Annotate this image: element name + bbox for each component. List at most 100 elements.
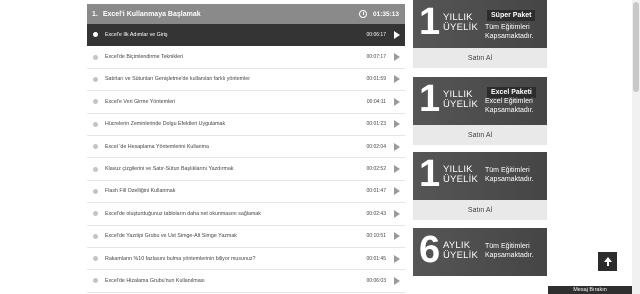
lesson-duration: 00:01:23 [366, 121, 386, 128]
lesson-title: Klavuz çizgilerini ve Satır-Sütun Başlık… [105, 166, 234, 173]
lesson-duration: 00:02:52 [366, 166, 386, 173]
package-description: Excel Eğitimleri Kapsamaktadır. [485, 98, 547, 115]
back-to-top-button[interactable] [598, 252, 617, 271]
desc-line-2: Kapsamaktadır. [485, 251, 534, 259]
play-icon[interactable] [394, 165, 400, 174]
desc-line-1: Tüm Eğitimleri [485, 24, 530, 31]
lesson-duration: 00:06:17 [366, 31, 386, 38]
package-period: YILLIK ÜYELİK [443, 165, 478, 184]
lesson-title: Excel'de Biçimlendirme Teknikleri [105, 54, 184, 61]
lesson-duration: 00:06:03 [366, 277, 386, 284]
bullet-icon [93, 188, 98, 194]
play-icon[interactable] [394, 75, 400, 84]
section-duration: 01:35:13 [372, 10, 399, 18]
package-description: Tüm Eğitimleri Kapsamaktadır. [485, 167, 547, 184]
lesson-title: Excel'de Yazıtipi Grubu ve Üst Simge-Alt… [105, 233, 237, 240]
lesson-title: Satırları ve Sütunları Genişletme'de kul… [105, 76, 250, 83]
package-banner[interactable]: 1 YILLIK ÜYELİK Excel Paketi Excel Eğiti… [413, 77, 547, 125]
lesson-list: Excel'e İlk Adımlar ve Giriş 00:06:17 Exce… [87, 24, 405, 293]
bullet-icon [93, 211, 98, 217]
desc-line-1: Tüm Eğitimleri [485, 167, 530, 174]
scrollbar-thumb[interactable] [633, 2, 639, 92]
lesson-row[interactable]: Satırları ve Sütunları Genişletme'de kul… [87, 69, 405, 92]
clock-icon [358, 10, 367, 18]
section-title: Excel'i Kullanmaya Başlamak [102, 10, 201, 18]
play-icon[interactable] [394, 232, 400, 241]
lesson-row[interactable]: Excel'de Yazıtipi Grubu ve Üst Simge-Alt… [87, 226, 405, 248]
leave-message-tab[interactable]: Mesaj Bırakın [548, 286, 632, 294]
bullet-icon [93, 278, 98, 284]
section-header[interactable]: 1. Excel'i Kullanmaya Başlamak 01:35:13 [87, 4, 405, 24]
lesson-title: Excel 'de Hesaplama Yöntemlerini Kullanm… [105, 143, 209, 150]
page-scrollbar[interactable] [632, 0, 640, 294]
lesson-title: Excel'de Hizalama Grubu'nun Kullanılması [105, 277, 205, 284]
lesson-title: Excel'e Veri Girme Yöntemleri [105, 98, 176, 105]
buy-button[interactable]: Satın Al [413, 200, 547, 220]
lesson-title: Excel'e İlk Adımlar ve Giriş [105, 31, 168, 38]
bullet-icon [93, 233, 98, 239]
package-banner[interactable]: 1 YILLIK ÜYELİK Süper Paket Tüm Eğitimle… [413, 0, 547, 48]
section-number: 1. [92, 10, 98, 18]
bullet-icon [93, 54, 98, 60]
play-icon[interactable] [394, 53, 400, 62]
lesson-row[interactable]: Excel'e İlk Adımlar ve Giriş 00:06:17 [87, 24, 405, 47]
desc-line-1: Excel Eğitimleri [485, 98, 533, 105]
play-icon[interactable] [394, 276, 400, 285]
package-period: YILLIK ÜYELİK [443, 90, 478, 109]
package-name: Excel Paketi [487, 87, 536, 98]
course-content-panel: 1. Excel'i Kullanmaya Başlamak 01:35:13 … [87, 4, 405, 293]
period-line-2: ÜYELİK [443, 21, 478, 33]
lesson-duration: 00:02:04 [366, 143, 386, 150]
period-line-2: ÜYELİK [443, 98, 478, 110]
package-banner[interactable]: 6 AYLIK ÜYELİK Tüm Eğitimleri Kapsamakta… [413, 228, 547, 276]
lesson-row[interactable]: Klavuz çizgilerini ve Satır-Sütun Başlık… [87, 158, 405, 181]
package-number: 1 [419, 78, 441, 120]
lesson-row[interactable]: Flash Fill Özelliğini Kullanmak 00:01:47 [87, 181, 405, 204]
lesson-row[interactable]: Excel 'de Hesaplama Yöntemlerini Kullanm… [87, 136, 405, 159]
package-period: AYLIK ÜYELİK [443, 241, 478, 260]
package-period: YILLIK ÜYELİK [443, 13, 478, 32]
package-description: Tüm Eğitimleri Kapsamaktadır. [485, 24, 547, 41]
buy-button[interactable]: Satın Al [413, 48, 547, 68]
play-icon[interactable] [394, 187, 400, 196]
package-card: 1 YILLIK ÜYELİK Excel Paketi Excel Eğiti… [413, 77, 547, 145]
package-description: Tüm Eğitimleri Kapsamaktadır. [485, 243, 547, 260]
desc-line-2: Kapsamaktadır. [485, 175, 534, 183]
lesson-row[interactable]: Excel'de Biçimlendirme Teknikleri 00:07:1… [87, 46, 405, 69]
package-number: 6 [419, 229, 441, 271]
lesson-duration: 00:01:45 [366, 255, 386, 262]
play-icon[interactable] [394, 254, 400, 263]
play-icon[interactable] [394, 209, 400, 218]
bullet-icon [93, 76, 98, 82]
bullet-icon [93, 256, 98, 262]
bullet-icon [93, 121, 98, 127]
period-line-2: ÜYELİK [443, 249, 478, 261]
play-icon[interactable] [394, 120, 400, 129]
lesson-title: Flash Fill Özelliğini Kullanmak [105, 188, 176, 195]
play-icon[interactable] [394, 30, 400, 39]
package-number: 1 [419, 1, 441, 43]
bullet-icon [93, 166, 98, 172]
play-icon[interactable] [394, 142, 400, 151]
bullet-icon [93, 144, 98, 150]
lesson-title: Hücrelerin Zeminlerinde Dolgu Efektleri … [105, 121, 226, 128]
lesson-duration: 00:01:47 [366, 188, 386, 195]
package-banner[interactable]: 1 YILLIK ÜYELİK Tüm Eğitimleri Kapsamakt… [413, 152, 547, 200]
package-card: 1 YILLIK ÜYELİK Süper Paket Tüm Eğitimle… [413, 0, 547, 68]
lesson-row[interactable]: Rakamların %10 fazlasını bulma yöntemler… [87, 248, 405, 271]
play-icon[interactable] [394, 97, 400, 106]
lesson-duration: 00:10:51 [366, 233, 386, 240]
lesson-row[interactable]: Excel'de oluşturduğunuz tabloların daha … [87, 203, 405, 226]
lesson-duration: 00:01:59 [366, 76, 386, 83]
desc-line-2: Kapsamaktadır. [485, 106, 534, 114]
lesson-duration: 00:04:11 [366, 98, 386, 105]
lesson-row[interactable]: Excel'de Hizalama Grubu'nun Kullanılması… [87, 270, 405, 293]
lesson-row[interactable]: Hücrelerin Zeminlerinde Dolgu Efektleri … [87, 114, 405, 136]
lesson-row[interactable]: Excel'e Veri Girme Yöntemleri 00:04:11 [87, 91, 405, 114]
desc-line-1: Tüm Eğitimleri [485, 243, 530, 250]
lesson-duration: 00:07:17 [366, 54, 386, 61]
desc-line-2: Kapsamaktadır. [485, 32, 534, 40]
lesson-title: Excel'de oluşturduğunuz tabloların daha … [105, 210, 261, 217]
buy-button[interactable]: Satın Al [413, 125, 547, 145]
bullet-icon [93, 99, 98, 105]
